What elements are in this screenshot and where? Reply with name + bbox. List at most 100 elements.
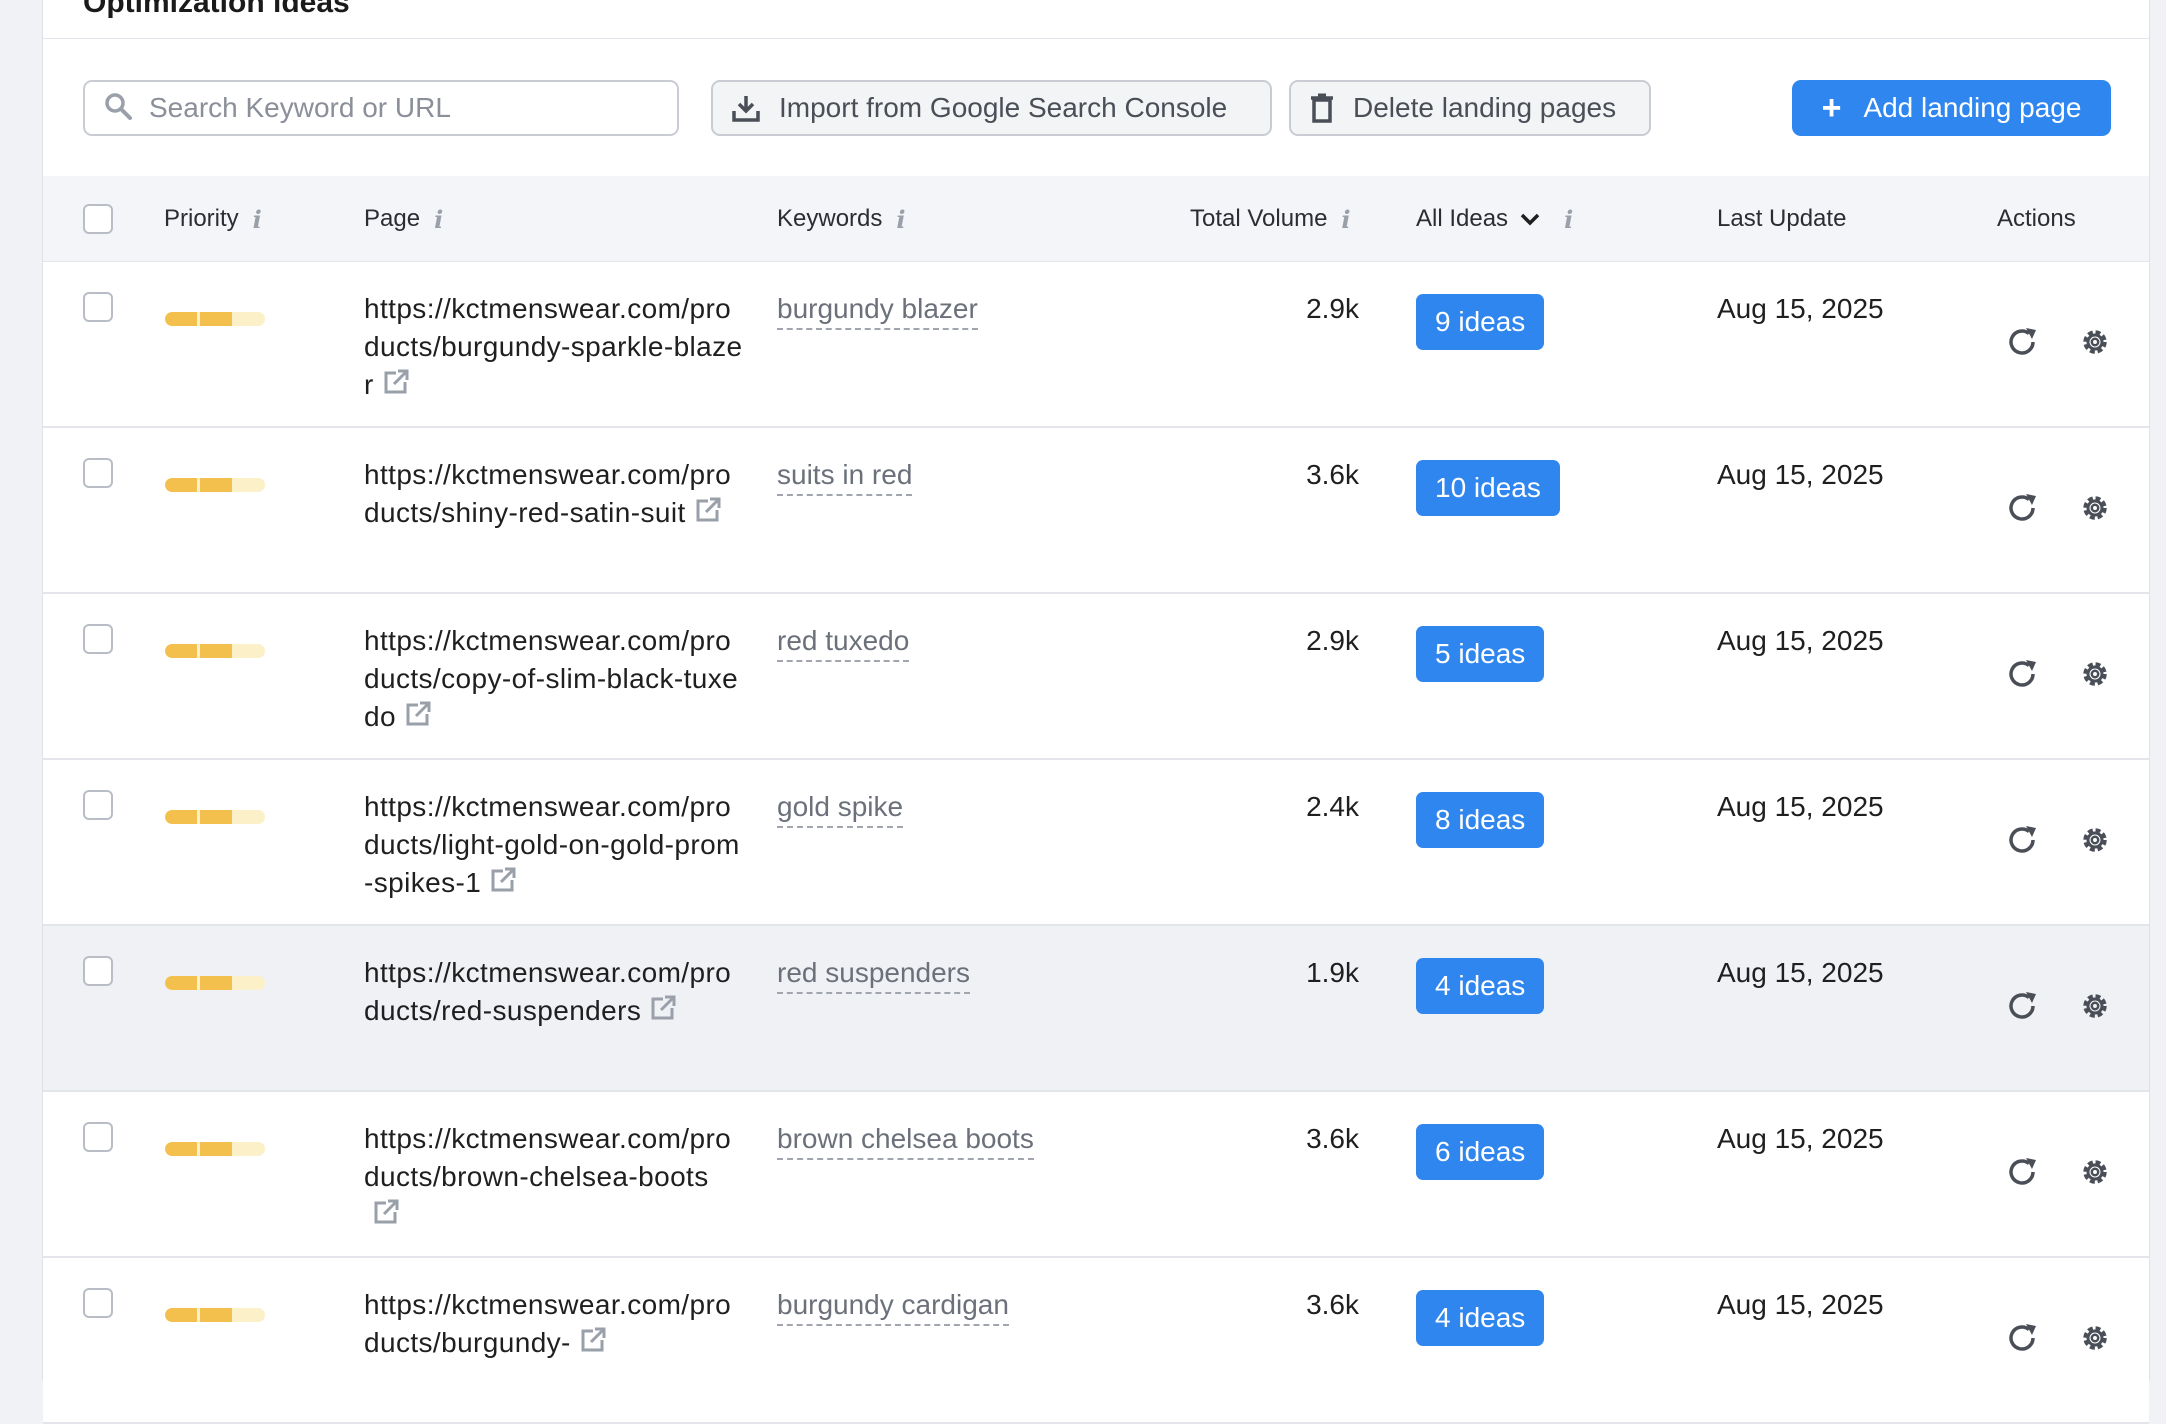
info-icon[interactable]: i bbox=[434, 205, 443, 234]
trash-icon bbox=[1309, 93, 1335, 123]
ideas-badge-button[interactable]: 8 ideas bbox=[1416, 792, 1545, 848]
info-icon[interactable]: i bbox=[896, 205, 905, 234]
priority-segment bbox=[200, 1308, 232, 1322]
gear-icon[interactable] bbox=[2075, 1318, 2115, 1358]
priority-indicator bbox=[165, 1308, 265, 1322]
ideas-badge-button[interactable]: 4 ideas bbox=[1416, 958, 1545, 1014]
table-row[interactable]: https://kctmenswear.com/products/shiny-r… bbox=[43, 428, 2149, 594]
page-url[interactable]: https://kctmenswear.com/products/shiny-r… bbox=[364, 459, 731, 528]
external-link-icon[interactable] bbox=[649, 994, 677, 1032]
external-link-icon[interactable] bbox=[579, 1326, 607, 1364]
header-priority-label: Priority bbox=[164, 205, 239, 232]
keyword-link[interactable]: burgundy cardigan bbox=[777, 1286, 1009, 1326]
keyword-link[interactable]: suits in red bbox=[777, 456, 913, 496]
gear-icon[interactable] bbox=[2075, 1152, 2115, 1192]
table-row[interactable]: https://kctmenswear.com/products/burgund… bbox=[43, 1258, 2149, 1424]
info-icon[interactable]: i bbox=[1564, 205, 1573, 234]
keyword-link[interactable]: red suspenders bbox=[777, 954, 971, 994]
external-link-icon[interactable] bbox=[372, 1198, 400, 1236]
ideas-badge-button[interactable]: 4 ideas bbox=[1416, 1290, 1545, 1346]
chevron-down-icon bbox=[1520, 212, 1540, 226]
row-checkbox[interactable] bbox=[83, 458, 113, 488]
refresh-icon[interactable] bbox=[2003, 1318, 2043, 1358]
table-row[interactable]: https://kctmenswear.com/products/brown-c… bbox=[43, 1092, 2149, 1258]
header-last-update[interactable]: Last Update bbox=[1717, 176, 1846, 262]
refresh-icon[interactable] bbox=[2003, 488, 2043, 528]
total-volume-value: 1.9k bbox=[1306, 957, 1359, 988]
ideas-filter-dropdown[interactable]: All Ideas i bbox=[1416, 176, 1573, 262]
priority-segment bbox=[165, 810, 197, 824]
select-all-checkbox[interactable] bbox=[83, 204, 113, 234]
keyword-link[interactable]: brown chelsea boots bbox=[777, 1120, 1034, 1160]
ideas-badge-button[interactable]: 9 ideas bbox=[1416, 294, 1545, 350]
priority-indicator bbox=[165, 312, 265, 326]
gear-icon[interactable] bbox=[2075, 820, 2115, 860]
refresh-icon[interactable] bbox=[2003, 1152, 2043, 1192]
page-url-cell: https://kctmenswear.com/products/burgund… bbox=[364, 290, 744, 406]
header-last-update-label: Last Update bbox=[1717, 205, 1847, 232]
gear-icon[interactable] bbox=[2075, 986, 2115, 1026]
header-keywords[interactable]: Keywords i bbox=[777, 176, 906, 262]
external-link-icon[interactable] bbox=[489, 866, 517, 904]
refresh-icon[interactable] bbox=[2003, 654, 2043, 694]
external-link-icon[interactable] bbox=[382, 368, 410, 406]
header-keywords-label: Keywords bbox=[777, 205, 883, 232]
page-url-cell: https://kctmenswear.com/products/light-g… bbox=[364, 788, 744, 904]
page-url[interactable]: https://kctmenswear.com/products/burgund… bbox=[364, 293, 743, 400]
ideas-badge-button[interactable]: 5 ideas bbox=[1416, 626, 1545, 682]
page-url[interactable]: https://kctmenswear.com/products/light-g… bbox=[364, 791, 740, 898]
ideas-badge-button[interactable]: 10 ideas bbox=[1416, 460, 1560, 516]
refresh-icon[interactable] bbox=[2003, 322, 2043, 362]
table-header: Priority i Page i Keywords i Total Volum… bbox=[43, 176, 2149, 262]
last-update-date: Aug 15, 2025 bbox=[1717, 293, 1884, 324]
add-landing-page-button[interactable]: + Add landing page bbox=[1792, 80, 2111, 136]
table-row[interactable]: https://kctmenswear.com/products/copy-of… bbox=[43, 594, 2149, 760]
table-row[interactable]: https://kctmenswear.com/products/red-sus… bbox=[43, 926, 2149, 1092]
search-input[interactable] bbox=[149, 92, 629, 124]
priority-indicator bbox=[165, 478, 265, 492]
header-page[interactable]: Page i bbox=[364, 176, 443, 262]
keyword-link[interactable]: gold spike bbox=[777, 788, 904, 828]
keyword-link[interactable]: red tuxedo bbox=[777, 622, 910, 662]
ideas-filter-label: All Ideas bbox=[1416, 205, 1509, 232]
refresh-icon[interactable] bbox=[2003, 820, 2043, 860]
header-total-volume-label: Total Volume bbox=[1190, 205, 1328, 232]
external-link-icon[interactable] bbox=[694, 496, 722, 534]
page-url[interactable]: https://kctmenswear.com/products/burgund… bbox=[364, 1289, 731, 1358]
total-volume-value: 3.6k bbox=[1306, 459, 1359, 490]
keyword-link[interactable]: burgundy blazer bbox=[777, 290, 978, 330]
delete-landing-pages-button[interactable]: Delete landing pages bbox=[1289, 80, 1651, 136]
priority-segment bbox=[200, 976, 232, 990]
table-row[interactable]: https://kctmenswear.com/products/light-g… bbox=[43, 760, 2149, 926]
priority-segment bbox=[165, 1308, 197, 1322]
search-icon bbox=[103, 91, 133, 126]
gear-icon[interactable] bbox=[2075, 654, 2115, 694]
priority-segment bbox=[200, 644, 232, 658]
priority-segment bbox=[200, 1142, 232, 1156]
gear-icon[interactable] bbox=[2075, 322, 2115, 362]
import-gsc-button[interactable]: Import from Google Search Console bbox=[711, 80, 1272, 136]
header-priority[interactable]: Priority i bbox=[164, 176, 262, 262]
search-box[interactable] bbox=[83, 80, 679, 136]
gear-icon[interactable] bbox=[2075, 488, 2115, 528]
row-checkbox[interactable] bbox=[83, 292, 113, 322]
header-total-volume[interactable]: Total Volume i bbox=[1190, 176, 1351, 262]
page-url[interactable]: https://kctmenswear.com/products/brown-c… bbox=[364, 1123, 731, 1192]
refresh-icon[interactable] bbox=[2003, 986, 2043, 1026]
last-update-date: Aug 15, 2025 bbox=[1717, 625, 1884, 656]
row-checkbox[interactable] bbox=[83, 624, 113, 654]
last-update-date: Aug 15, 2025 bbox=[1717, 791, 1884, 822]
row-checkbox[interactable] bbox=[83, 1288, 113, 1318]
row-checkbox[interactable] bbox=[83, 956, 113, 986]
info-icon[interactable]: i bbox=[1341, 205, 1350, 234]
row-checkbox[interactable] bbox=[83, 790, 113, 820]
table-row[interactable]: https://kctmenswear.com/products/burgund… bbox=[43, 262, 2149, 428]
row-checkbox[interactable] bbox=[83, 1122, 113, 1152]
priority-indicator bbox=[165, 976, 265, 990]
ideas-badge-button[interactable]: 6 ideas bbox=[1416, 1124, 1545, 1180]
header-actions: Actions bbox=[1997, 176, 2076, 262]
info-icon[interactable]: i bbox=[253, 205, 262, 234]
page-url-cell: https://kctmenswear.com/products/burgund… bbox=[364, 1286, 744, 1364]
optimization-ideas-card: Optimization ideas Import from Google Se… bbox=[42, 0, 2150, 1424]
external-link-icon[interactable] bbox=[404, 700, 432, 738]
